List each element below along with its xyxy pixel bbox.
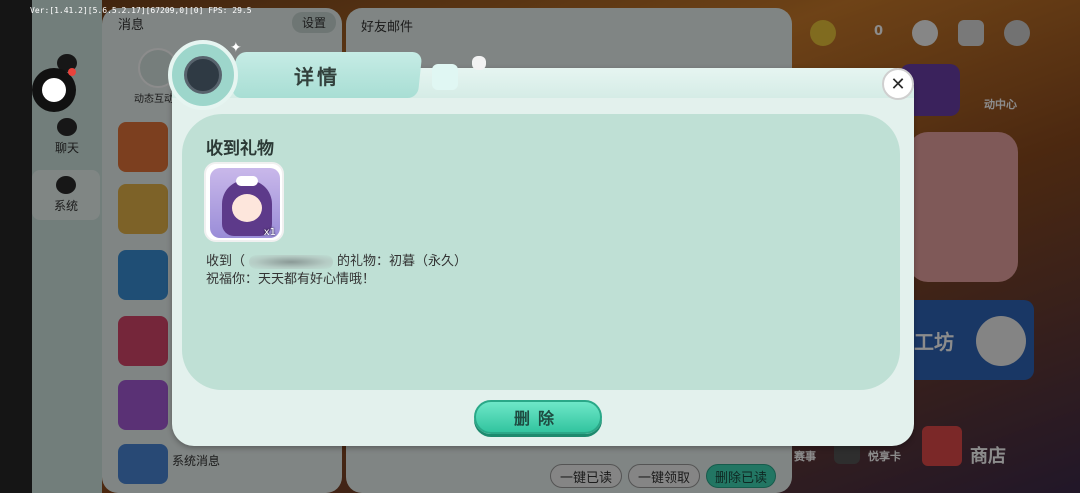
screen-edge [0, 0, 32, 493]
mascot-avatar [168, 40, 238, 110]
header-decoration [432, 64, 458, 90]
header-decoration [472, 56, 486, 70]
debug-version-text: Ver:[1.41.2][5.6.5.2.17][67209,0][0] FPS… [30, 6, 252, 15]
sparkle-icon: ✦ [230, 40, 242, 56]
close-button[interactable]: ✕ [882, 68, 914, 100]
blurred-sender-name [249, 254, 334, 269]
detail-modal: 收到礼物 x1 收到（ 的礼物：初暮（永久） 祝福你：天天都有好心情哦！ 删除 [172, 68, 914, 446]
delete-button[interactable]: 删除 [474, 400, 602, 434]
gift-blessing-line: 祝福你：天天都有好心情哦！ [206, 272, 376, 287]
detail-content-box: 收到礼物 x1 收到（ 的礼物：初暮（永久） 祝福你：天天都有好心情哦！ [182, 114, 900, 390]
assistive-dot-icon [42, 78, 66, 102]
floating-assistive-button[interactable] [32, 68, 76, 112]
notification-dot [68, 68, 76, 76]
modal-title: 详情 [294, 65, 340, 89]
mascot-face-icon [184, 56, 222, 94]
gift-received-line: 收到（ 的礼物：初暮（永久） [206, 254, 468, 269]
gift-quantity: x1 [263, 227, 276, 238]
content-title: 收到礼物 [206, 139, 274, 159]
gift-item-card[interactable]: x1 [204, 162, 284, 242]
